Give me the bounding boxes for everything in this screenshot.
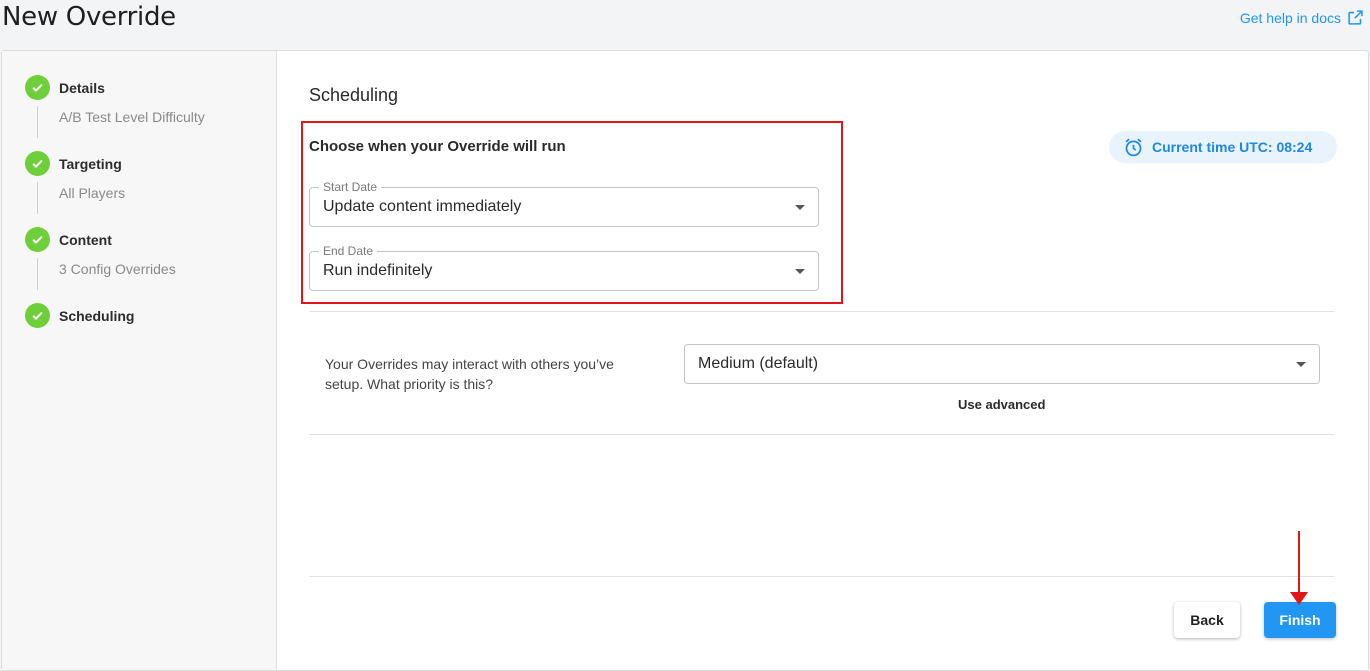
step-scheduling[interactable]: Scheduling (25, 303, 134, 328)
current-time-badge: Current time UTC: 08:24 (1109, 131, 1337, 163)
page-title: New Override (2, 2, 176, 32)
chevron-down-icon (795, 269, 805, 274)
start-date-select[interactable]: Start Date Update content immediately (309, 180, 819, 227)
wizard-card: Details A/B Test Level Difficulty Target… (1, 50, 1369, 671)
external-link-icon (1348, 10, 1363, 25)
step-targeting[interactable]: Targeting All Players (25, 151, 125, 214)
section-title: Scheduling (309, 85, 399, 105)
divider (309, 576, 1334, 577)
check-icon (25, 303, 50, 328)
step-subtitle: 3 Config Overrides (37, 258, 176, 290)
end-date-value: Run indefinitely (323, 262, 433, 279)
schedule-heading: Choose when your Override will run (309, 138, 566, 155)
alarm-clock-icon (1125, 138, 1142, 156)
step-subtitle: A/B Test Level Difficulty (37, 106, 205, 138)
check-icon (25, 151, 50, 176)
start-date-label: Start Date (319, 180, 382, 194)
arrow-down-icon (1290, 531, 1308, 605)
chevron-down-icon (795, 205, 805, 210)
current-time-label: Current time UTC: 08:24 (1152, 139, 1313, 155)
use-advanced-link[interactable]: Use advanced (958, 397, 1045, 412)
divider (309, 434, 1334, 435)
divider (309, 311, 1334, 312)
step-subtitle: All Players (37, 182, 125, 214)
step-label: Scheduling (59, 307, 135, 324)
stepper: Details A/B Test Level Difficulty Target… (2, 51, 277, 670)
chevron-down-icon (1296, 362, 1306, 367)
step-details[interactable]: Details A/B Test Level Difficulty (25, 75, 205, 138)
step-content[interactable]: Content 3 Config Overrides (25, 227, 176, 290)
priority-value: Medium (default) (698, 355, 819, 372)
check-icon (25, 75, 50, 100)
end-date-select[interactable]: End Date Run indefinitely (309, 244, 819, 291)
start-date-value: Update content immediately (323, 198, 522, 215)
main-panel: Scheduling Choose when your Override wil… (277, 51, 1368, 670)
priority-select[interactable]: Medium (default) (684, 344, 1320, 384)
step-label: Content (59, 231, 112, 248)
help-docs-link[interactable]: Get help in docs (1240, 9, 1364, 26)
step-label: Details (59, 79, 105, 96)
check-icon (25, 227, 50, 252)
priority-description: Your Overrides may interact with others … (325, 356, 614, 392)
help-link-label: Get help in docs (1239, 9, 1341, 26)
step-label: Targeting (59, 155, 122, 172)
back-button[interactable]: Back (1174, 602, 1240, 638)
end-date-label: End Date (319, 244, 378, 258)
